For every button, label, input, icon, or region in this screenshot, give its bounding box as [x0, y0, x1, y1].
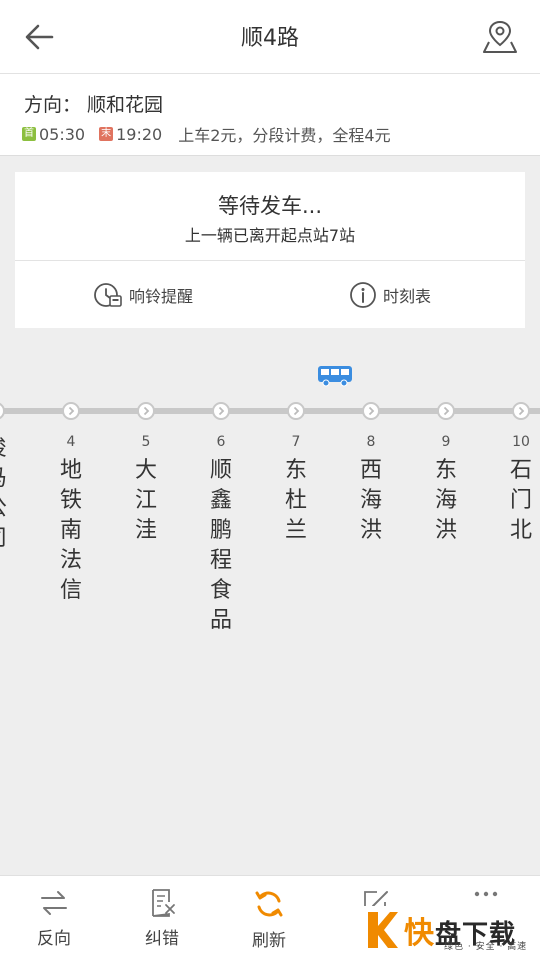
- correct-error-button[interactable]: 纠错: [122, 888, 202, 949]
- station-dot-icon: [62, 402, 80, 420]
- status-card: 等待发车... 上一辆已离开起点站7站 响铃提醒 时刻表: [15, 172, 525, 328]
- top-bar: 顺4路: [0, 0, 540, 74]
- station-dot-icon: [362, 402, 380, 420]
- reverse-button[interactable]: 反向: [14, 888, 94, 949]
- watermark: 快盘下载 绿色 · 安全 · 高速: [364, 906, 540, 954]
- map-button[interactable]: [482, 18, 518, 56]
- refresh-icon: [255, 891, 283, 917]
- station-number: 6: [216, 434, 226, 450]
- station-10[interactable]: 10 石门北: [499, 402, 540, 546]
- watermark-quick: 快: [404, 916, 435, 951]
- divider: [15, 260, 525, 261]
- swap-arrows-icon: [41, 891, 67, 915]
- first-bus-tag: 首: [22, 127, 36, 141]
- timetable-label: 时刻表: [383, 287, 432, 306]
- station-3[interactable]: 俊马公司: [0, 402, 18, 554]
- previous-bus-info: 上一辆已离开起点站7站: [184, 226, 356, 245]
- reverse-label: 反向: [37, 929, 71, 949]
- station-dot-icon: [437, 402, 455, 420]
- refresh-button[interactable]: 刷新: [229, 888, 309, 951]
- station-name: 大江洼: [134, 458, 157, 543]
- station-number: 8: [366, 434, 376, 450]
- station-name: 顺鑫鹏程食品: [209, 458, 232, 633]
- report-error-icon: [152, 889, 175, 917]
- station-8[interactable]: 8 西海洪: [349, 402, 393, 546]
- fare-info: 上车2元，分段计费，全程4元: [178, 126, 391, 145]
- first-bus-time: 05:30: [39, 124, 86, 144]
- bus-icon: [317, 365, 353, 387]
- direction-value: 顺和花园: [87, 94, 164, 116]
- last-bus-tag: 末: [99, 127, 114, 141]
- station-number: 5: [141, 434, 151, 450]
- timetable-button[interactable]: 时刻表: [349, 278, 431, 312]
- ring-reminder-label: 响铃提醒: [129, 287, 194, 306]
- info-icon: [350, 282, 376, 308]
- direction-panel: 方向： 顺和花园 首 05:30 末 19:20 上车2元，分段计费，全程4元: [0, 74, 540, 156]
- alarm-clock-icon: [94, 283, 122, 307]
- station-9[interactable]: 9 东海洪: [424, 402, 468, 546]
- page-title: 顺4路: [241, 26, 299, 51]
- watermark-tagline: 绿色 · 安全 · 高速: [444, 942, 528, 952]
- route-diagram: 俊马公司 4 地铁南法信 5 大江洼 6 顺鑫鹏程食品 7 东杜兰 8 西海洪 …: [0, 340, 540, 860]
- station-name: 俊马公司: [0, 434, 8, 554]
- station-6[interactable]: 6 顺鑫鹏程食品: [199, 402, 243, 636]
- station-name: 东杜兰: [284, 458, 307, 543]
- ring-reminder-button[interactable]: 响铃提醒: [93, 278, 193, 312]
- station-dot-icon: [137, 402, 155, 420]
- station-4[interactable]: 4 地铁南法信: [49, 402, 93, 606]
- station-number: 9: [441, 434, 451, 450]
- refresh-label: 刷新: [252, 931, 286, 951]
- correct-error-label: 纠错: [145, 929, 179, 949]
- map-pin-icon: [483, 20, 517, 53]
- station-name: 石门北: [509, 458, 532, 543]
- station-dot-icon: [212, 402, 230, 420]
- station-name: 西海洪: [359, 458, 382, 543]
- station-dot-icon: [287, 402, 305, 420]
- station-name: 地铁南法信: [59, 458, 82, 603]
- k-logo-icon: [368, 912, 398, 948]
- station-dot-icon: [512, 402, 530, 420]
- station-5[interactable]: 5 大江洼: [124, 402, 168, 546]
- station-number: 4: [66, 434, 76, 450]
- direction-label: 方向：: [24, 94, 82, 116]
- wait-status: 等待发车...: [217, 194, 323, 218]
- station-7[interactable]: 7 东杜兰: [274, 402, 318, 546]
- last-bus-time: 19:20: [116, 124, 163, 144]
- station-number: 7: [291, 434, 301, 450]
- direction-line: 方向： 顺和花园: [24, 90, 163, 117]
- station-name: 东海洪: [434, 458, 457, 543]
- schedule-info: 首 05:30 末 19:20 上车2元，分段计费，全程4元: [22, 122, 391, 146]
- station-dot-icon: [0, 402, 5, 420]
- station-number: 10: [512, 434, 530, 450]
